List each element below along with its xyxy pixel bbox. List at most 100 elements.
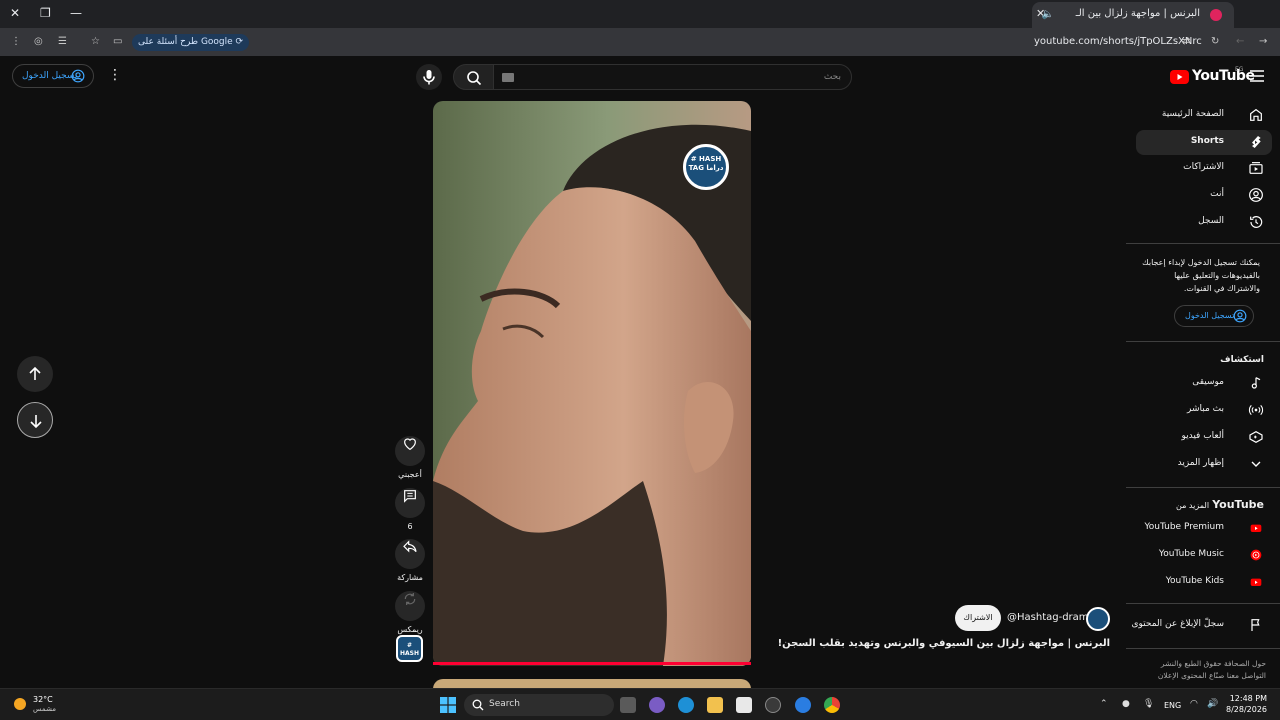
search-input[interactable]: بحث — [493, 64, 852, 90]
audio-source-channel-avatar[interactable]: # HASH — [396, 635, 423, 662]
share-button[interactable]: مشاركة — [395, 532, 425, 582]
remix-button[interactable]: ريمكس — [395, 584, 425, 634]
sidebar-item-you[interactable]: أنت — [1136, 183, 1272, 208]
sidebar-item-live[interactable]: بث مباشر — [1136, 398, 1272, 423]
browser-menu-icon[interactable]: ⋮ — [11, 36, 21, 47]
sidebar-item-label: أنت — [1210, 189, 1224, 199]
wifi-icon[interactable]: ◠ — [1190, 699, 1198, 709]
like-button[interactable]: أعجبني — [395, 429, 425, 479]
sidebar-item-yt-premium[interactable]: YouTube Premium — [1136, 516, 1272, 541]
subscribe-button[interactable]: الاشتراك — [955, 605, 1001, 631]
sidebar-item-label: الصفحة الرئيسية — [1161, 109, 1224, 119]
sidebar-item-label: YouTube Kids — [1165, 576, 1224, 586]
video-progress-bar[interactable] — [433, 662, 751, 665]
sidebar-item-label: Shorts — [1190, 136, 1224, 146]
browser-toolbar: ⋮ ◎ ☰ ☆ ▭ طرح أسئلة على Google ⟳ youtube… — [0, 28, 1280, 56]
sidebar-item-label: السجل — [1198, 216, 1224, 226]
previous-short-button[interactable] — [17, 356, 53, 392]
sidebar-divider — [1126, 341, 1280, 342]
footer-line[interactable]: التواصل معنا صنّاع المحتوى الإعلان — [1140, 670, 1266, 682]
channel-avatar[interactable] — [1086, 607, 1110, 631]
tab-title: البرنس | مواجهة زلزال بين الـ — [1075, 8, 1200, 19]
channel-handle[interactable]: @Hashtag-drama — [1007, 612, 1095, 623]
comments-button[interactable]: 6 — [395, 481, 425, 531]
back-icon[interactable]: → — [1259, 36, 1267, 47]
ask-google-chip[interactable]: طرح أسئلة على Google ⟳ — [132, 34, 250, 51]
sidebar-divider — [1126, 603, 1280, 604]
footer-line[interactable]: حول الصحافة حقوق الطبع والنشر — [1140, 658, 1266, 670]
weather-condition: مشمس — [33, 705, 56, 713]
sidebar-item-shorts[interactable]: Shorts — [1136, 130, 1272, 155]
install-app-icon[interactable]: ▭ — [113, 36, 122, 47]
profile-icon[interactable]: ◎ — [34, 36, 43, 47]
system-clock[interactable]: 12:48 PM 8/28/2026 — [1226, 693, 1267, 715]
channel-watermark-logo: # HASH TAG دراما — [683, 144, 729, 190]
footer-links: حول الصحافة حقوق الطبع والنشر التواصل مع… — [1140, 658, 1266, 682]
reload-icon[interactable]: ↻ — [1211, 36, 1219, 47]
sidebar-item-report-history[interactable]: سجلّ الإبلاغ عن المحتوى — [1131, 613, 1272, 638]
weather-temperature: 32°C — [33, 695, 53, 704]
sidebar-item-yt-music[interactable]: YouTube Music — [1136, 543, 1272, 568]
arrow-down-icon — [30, 415, 42, 429]
taskbar-search[interactable]: Search — [464, 694, 614, 716]
browser-tab-bar: ✕ ❐ — + ✕ 🔈 البرنس | مواجهة زلزال بين ال… — [0, 0, 1280, 28]
keyboard-icon[interactable] — [502, 73, 514, 82]
volume-icon[interactable]: 🔊 — [1207, 699, 1218, 709]
yt-music-icon — [1248, 547, 1264, 563]
sign-in-button[interactable]: تسجيل الدخول — [12, 64, 94, 88]
sidebar-item-home[interactable]: الصفحة الرئيسية — [1136, 103, 1272, 128]
you-icon — [1248, 187, 1264, 203]
search-button[interactable] — [453, 64, 494, 90]
settings-gear-icon[interactable] — [765, 697, 781, 713]
sidebar-item-label: YouTube Premium — [1144, 522, 1224, 532]
remix-icon — [404, 593, 416, 605]
input-language[interactable]: ENG — [1164, 701, 1181, 710]
guide-menu-icon[interactable] — [1250, 70, 1264, 82]
app-icon[interactable] — [795, 697, 811, 713]
sidebar-sign-in-button[interactable]: تسجيل الدخول — [1174, 305, 1254, 327]
file-explorer-icon[interactable] — [707, 697, 723, 713]
site-settings-icon[interactable]: ⇄ — [1182, 36, 1190, 47]
account-circle-icon — [1233, 309, 1247, 323]
windows-start-icon[interactable] — [440, 697, 456, 713]
copilot-icon[interactable] — [649, 697, 665, 713]
sidebar-item-subscriptions[interactable]: الاشتراكات — [1136, 156, 1272, 181]
store-icon[interactable] — [736, 697, 752, 713]
sidebar-item-label: بث مباشر — [1187, 404, 1224, 414]
forward-icon[interactable]: ← — [1236, 36, 1244, 47]
address-bar[interactable]: youtube.com/shorts/jTpOLZsXNrc — [1034, 36, 1202, 47]
sidebar-divider — [1126, 243, 1280, 244]
sidebar-item-gaming[interactable]: ألعاب فيديو — [1136, 425, 1272, 450]
browser-tab[interactable]: ✕ 🔈 البرنس | مواجهة زلزال بين الـ — [1032, 2, 1234, 28]
logo-text: YouTube — [1192, 68, 1255, 84]
tray-overflow-icon[interactable]: ⌃ — [1100, 699, 1108, 709]
task-view-icon[interactable] — [620, 697, 636, 713]
sidebar-item-label: الاشتراكات — [1183, 162, 1224, 172]
arrow-up-icon — [29, 366, 41, 380]
sidebar-sign-in-label: تسجيل الدخول — [1185, 311, 1235, 320]
sidebar-item-yt-kids[interactable]: YouTube Kids — [1136, 570, 1272, 595]
sidebar-item-music[interactable]: موسيقى — [1136, 371, 1272, 396]
window-minimize-icon[interactable]: — — [70, 6, 82, 20]
comment-icon — [404, 490, 416, 503]
comments-count: 6 — [407, 522, 413, 531]
tab-audio-icon[interactable]: 🔈 — [1042, 9, 1054, 20]
next-short-button[interactable] — [17, 402, 53, 438]
window-restore-icon[interactable]: ❐ — [40, 6, 51, 20]
customize-icon[interactable]: ☰ — [58, 36, 67, 47]
sidebar-item-history[interactable]: السجل — [1136, 210, 1272, 235]
sidebar-item-show-more[interactable]: إظهار المزيد — [1136, 452, 1272, 477]
sign-in-label: تسجيل الدخول — [22, 71, 78, 81]
bookmark-star-icon[interactable]: ☆ — [91, 36, 100, 47]
tray-mic-icon[interactable]: 🎙 — [1143, 699, 1154, 709]
window-close-icon[interactable]: ✕ — [10, 6, 20, 20]
chevron-down-icon — [1248, 456, 1264, 472]
settings-more-icon[interactable]: ⋮ — [108, 67, 122, 83]
edge-icon[interactable] — [678, 697, 694, 713]
voice-search-button[interactable] — [416, 64, 442, 90]
chrome-icon[interactable] — [824, 697, 840, 713]
short-title[interactable]: البرنس | مواجهة زلزال بين السيوفي والبرن… — [778, 638, 1110, 649]
account-circle-icon — [71, 69, 85, 83]
tray-app-icon[interactable]: ● — [1122, 699, 1130, 709]
sidebar-item-label: YouTube Music — [1158, 549, 1224, 559]
